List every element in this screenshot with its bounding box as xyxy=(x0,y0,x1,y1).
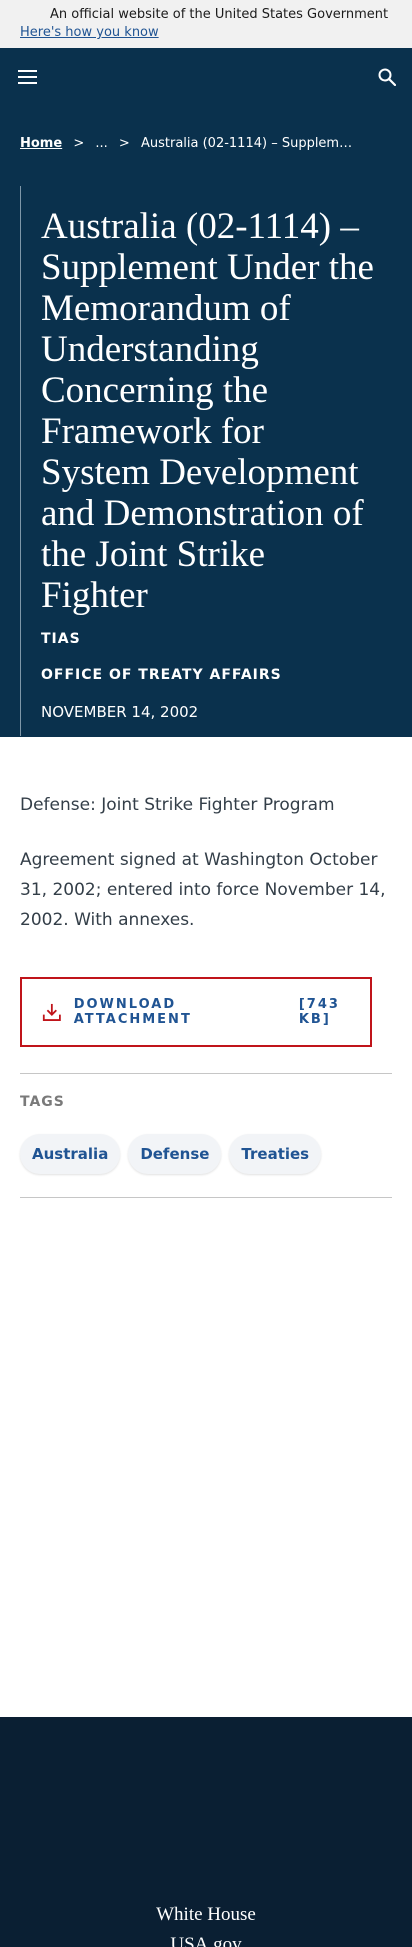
tag-defense[interactable]: Defense xyxy=(128,1134,222,1174)
breadcrumb-current: Australia (02-1114) – Supplement Under t… xyxy=(140,136,356,151)
tag-australia[interactable]: Australia xyxy=(20,1134,121,1174)
top-nav xyxy=(0,48,412,108)
publish-date: NOVEMBER 14, 2002 xyxy=(41,703,199,721)
gov-banner: An official website of the United States… xyxy=(0,0,412,48)
hero-header: Home > ... > Australia (02-1114) – Suppl… xyxy=(0,48,412,737)
footer-links: White House USA.gov xyxy=(0,1900,412,1947)
divider xyxy=(20,1073,392,1074)
download-icon xyxy=(42,1003,61,1021)
menu-icon xyxy=(18,70,37,72)
breadcrumb: Home > ... > Australia (02-1114) – Suppl… xyxy=(20,136,400,156)
download-label: DOWNLOAD ATTACHMENT xyxy=(73,997,192,1027)
site-footer: White House USA.gov xyxy=(0,1717,412,1947)
download-attachment-button[interactable]: DOWNLOAD ATTACHMENT [743 KB] xyxy=(20,977,372,1047)
title-block: Australia (02-1114) – Supplement Under t… xyxy=(20,186,400,736)
divider xyxy=(20,1197,392,1198)
breadcrumb-separator: > xyxy=(73,136,85,151)
tag-list: Australia Defense Treaties xyxy=(20,1134,322,1174)
breadcrumb-home[interactable]: Home xyxy=(20,136,62,151)
collection-label: TIAS xyxy=(41,631,81,647)
tags-heading: TAGS xyxy=(20,1094,65,1110)
breadcrumb-ellipsis[interactable]: ... xyxy=(95,136,107,151)
gov-banner-link[interactable]: Here's how you know xyxy=(20,25,159,40)
tag-treaties[interactable]: Treaties xyxy=(229,1134,322,1174)
subject-line: Defense: Joint Strike Fighter Program xyxy=(20,795,335,815)
breadcrumb-separator: > xyxy=(118,136,130,151)
gov-banner-text: An official website of the United States… xyxy=(50,7,389,22)
agreement-description: Agreement signed at Washington October 3… xyxy=(20,850,386,930)
menu-button[interactable] xyxy=(18,70,38,86)
download-size: [743 KB] xyxy=(298,997,340,1027)
page-title: Australia (02-1114) – Supplement Under t… xyxy=(41,206,374,616)
search-icon[interactable] xyxy=(378,68,396,86)
footer-link-white-house[interactable]: White House xyxy=(0,1900,412,1930)
office-label: OFFICE OF TREATY AFFAIRS xyxy=(41,667,282,683)
footer-link-usa-gov[interactable]: USA.gov xyxy=(0,1930,412,1947)
